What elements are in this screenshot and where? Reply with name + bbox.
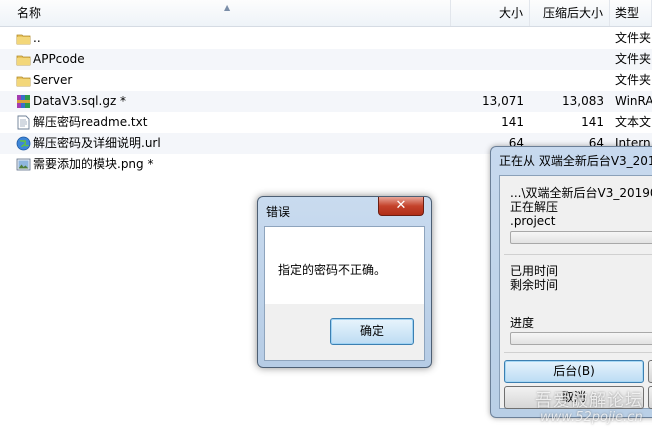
extraction-progress-window[interactable]: 正在从 双端全新后台V3_201 ...\双端全新后台V3_201907 正在解… — [490, 146, 652, 418]
divider — [504, 352, 652, 353]
elapsed-time-label: 已用时间 — [510, 264, 559, 278]
error-dialog-content: 指定的密码不正确。 确定 — [264, 226, 425, 361]
error-message: 指定的密码不正确。 — [278, 263, 387, 277]
file-name-cell: .. — [14, 28, 450, 49]
remaining-time-label: 剩余时间 — [510, 278, 559, 292]
column-size-label: 大小 — [498, 6, 523, 20]
extract-status: 正在解压 — [510, 200, 559, 214]
file-name: 解压密码及详细说明.url — [33, 136, 161, 150]
file-row-server[interactable]: Server 文件夹 — [0, 70, 652, 91]
image-file-icon — [16, 158, 31, 171]
error-dialog[interactable]: 错误 ✕ 指定的密码不正确。 确定 — [257, 196, 432, 368]
close-button[interactable]: ✕ — [378, 197, 424, 216]
pause-button[interactable] — [648, 360, 652, 383]
close-icon: ✕ — [395, 198, 407, 213]
file-type: 文件夹 — [615, 73, 652, 87]
file-type: 文件夹 — [615, 52, 652, 66]
file-row-datav3[interactable]: DataV3.sql.gz * 13,071 13,083 WinRA — [0, 91, 652, 112]
folder-icon — [16, 76, 31, 87]
column-packed-label: 压缩后大小 — [542, 6, 603, 20]
file-name: 解压密码readme.txt — [33, 115, 148, 129]
progress-window-body: ...\双端全新后台V3_201907 正在解压 .project 已用时间 剩… — [499, 175, 652, 409]
progress-window-title: 正在从 双端全新后台V3_201 — [499, 154, 652, 168]
file-type: WinRA — [615, 94, 652, 108]
sort-ascending-icon: ▲ — [224, 3, 231, 12]
file-row-appcode[interactable]: APPcode 文件夹 — [0, 49, 652, 70]
file-name-cell: APPcode — [14, 49, 450, 70]
column-size[interactable]: 大小 — [451, 0, 530, 26]
message-area: 指定的密码不正确。 — [265, 227, 424, 304]
column-name-label: 名称 — [17, 6, 42, 20]
divider — [504, 254, 652, 255]
file-progress-bar — [510, 231, 652, 244]
background-button[interactable]: 后台(B) — [504, 360, 644, 383]
column-type-label: 类型 — [615, 6, 640, 20]
file-type: 文本文 — [615, 115, 652, 129]
file-row-readme[interactable]: 解压密码readme.txt 141 141 文本文 — [0, 112, 652, 133]
help-button[interactable] — [648, 386, 652, 409]
file-size: 141 — [501, 115, 524, 129]
folder-icon — [16, 34, 31, 45]
archive-path: ...\双端全新后台V3_201907 — [510, 186, 652, 200]
current-file: .project — [510, 214, 556, 228]
file-type: 文件夹 — [615, 31, 652, 45]
column-header: 名称 ▲ 大小 压缩后大小 类型 — [0, 0, 652, 27]
globe-icon — [16, 136, 31, 151]
file-packed-size: 141 — [581, 115, 604, 129]
file-name-cell: 解压密码及详细说明.url — [14, 133, 450, 154]
ok-button[interactable]: 确定 — [330, 318, 414, 345]
cancel-button[interactable]: 取消 — [504, 386, 644, 409]
file-size: 13,071 — [482, 94, 524, 108]
file-row-parent[interactable]: .. 文件夹 — [0, 28, 652, 49]
file-name-cell: Server — [14, 70, 450, 91]
error-dialog-title: 错误 — [266, 205, 291, 219]
text-file-icon — [17, 115, 30, 130]
file-packed-size: 13,083 — [562, 94, 604, 108]
file-name: APPcode — [33, 52, 85, 66]
file-name-cell: DataV3.sql.gz * — [14, 91, 450, 112]
column-packed-size[interactable]: 压缩后大小 — [530, 0, 610, 26]
column-type[interactable]: 类型 — [610, 0, 652, 26]
progress-label: 进度 — [510, 316, 535, 330]
file-name-cell: 解压密码readme.txt — [14, 112, 450, 133]
file-name: 需要添加的模块.png * — [33, 157, 154, 171]
archive-icon — [17, 95, 30, 108]
file-name: .. — [33, 31, 41, 45]
file-name-cell: 需要添加的模块.png * — [14, 154, 450, 175]
total-progress-bar — [510, 332, 652, 345]
file-name: DataV3.sql.gz * — [33, 94, 127, 108]
folder-icon — [16, 55, 31, 66]
file-name: Server — [33, 73, 73, 87]
